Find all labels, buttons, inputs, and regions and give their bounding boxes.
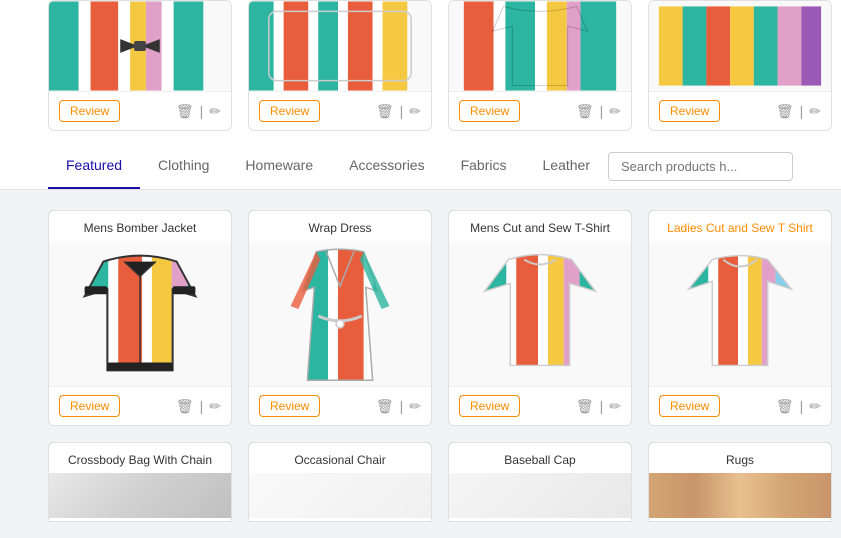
products-row-1: Mens Bomber Jacket	[48, 210, 793, 426]
product-card-footer-top-2: Review 🗑 | ✏	[249, 91, 431, 130]
product-card-ladies-tshirt: Ladies Cut and Sew T Shirt	[648, 210, 832, 426]
review-button-bomber[interactable]: Review	[59, 395, 120, 417]
tab-clothing[interactable]: Clothing	[140, 143, 227, 189]
action-icons-top-4: 🗑 | ✏	[776, 103, 821, 120]
product-card-top-2: Review 🗑 | ✏	[248, 0, 432, 131]
product-title-rugs: Rugs	[649, 443, 831, 473]
action-icons-top-2: 🗑 | ✏	[376, 103, 421, 120]
product-title-wrap-dress: Wrap Dress	[249, 211, 431, 241]
products-section: Mens Bomber Jacket	[0, 190, 841, 522]
tab-featured[interactable]: Featured	[48, 143, 140, 189]
product-card-footer-top-3: Review 🗑 | ✏	[449, 91, 631, 130]
edit-icon-bomber[interactable]: ✏	[209, 398, 221, 415]
search-input[interactable]	[608, 152, 793, 181]
product-card-top-4: Review 🗑 | ✏	[648, 0, 832, 131]
product-card-occasional-chair: Occasional Chair	[248, 442, 432, 522]
product-image-ladies-tshirt	[649, 241, 831, 386]
product-title-mens-tshirt: Mens Cut and Sew T-Shirt	[449, 211, 631, 241]
review-button-ladies-tshirt[interactable]: Review	[659, 395, 720, 417]
tabs-section: Featured Clothing Homeware Accessories F…	[0, 143, 841, 190]
product-card-mens-tshirt: Mens Cut and Sew T-Shirt	[448, 210, 632, 426]
product-card-footer-bomber: Review 🗑 | ✏	[49, 386, 231, 425]
product-card-top-1: Review 🗑 | ✏	[48, 0, 232, 131]
delete-icon-top-4[interactable]: 🗑	[776, 103, 794, 120]
delete-icon-top-3[interactable]: 🗑	[576, 103, 594, 120]
delete-icon-ladies-tshirt[interactable]: 🗑	[776, 398, 794, 415]
action-icons-ladies-tshirt: 🗑 | ✏	[776, 398, 821, 415]
products-row-2: Crossbody Bag With Chain Occasional Chai…	[48, 442, 793, 522]
product-image-top-4	[649, 1, 831, 91]
delete-icon-top-1[interactable]: 🗑	[176, 103, 194, 120]
edit-icon-ladies-tshirt[interactable]: ✏	[809, 398, 821, 415]
bomber-jacket-svg	[49, 241, 231, 386]
product-card-footer-ladies-tshirt: Review 🗑 | ✏	[649, 386, 831, 425]
product-image-mens-tshirt	[449, 241, 631, 386]
review-button-wrap-dress[interactable]: Review	[259, 395, 320, 417]
product-card-wrap-dress: Wrap Dress	[248, 210, 432, 426]
action-icons-mens-tshirt: 🗑 | ✏	[576, 398, 621, 415]
product-card-rugs: Rugs	[648, 442, 832, 522]
tab-accessories[interactable]: Accessories	[331, 143, 442, 189]
product-card-crossbody-bag: Crossbody Bag With Chain	[48, 442, 232, 522]
product-card-footer-top-4: Review 🗑 | ✏	[649, 91, 831, 130]
action-icons-wrap-dress: 🗑 | ✏	[376, 398, 421, 415]
product-title-ladies-tshirt: Ladies Cut and Sew T Shirt	[649, 211, 831, 241]
product-card-bomber-jacket: Mens Bomber Jacket	[48, 210, 232, 426]
action-icons-bomber: 🗑 | ✏	[176, 398, 221, 415]
delete-icon-wrap-dress[interactable]: 🗑	[376, 398, 394, 415]
product-image-svg-1	[49, 1, 231, 91]
mens-tshirt-svg	[449, 241, 631, 386]
product-image-svg-2	[249, 1, 431, 91]
product-card-footer-mens-tshirt: Review 🗑 | ✏	[449, 386, 631, 425]
top-product-row: Review 🗑 | ✏	[0, 0, 841, 143]
product-image-bomber-jacket	[49, 241, 231, 386]
product-image-occasional-chair	[249, 473, 431, 518]
product-title-baseball-cap: Baseball Cap	[449, 443, 631, 473]
product-image-crossbody-bag	[49, 473, 231, 518]
product-image-top-2	[249, 1, 431, 91]
product-image-rugs	[649, 473, 831, 518]
product-title-occasional-chair: Occasional Chair	[249, 443, 431, 473]
tab-fabrics[interactable]: Fabrics	[443, 143, 525, 189]
edit-icon-mens-tshirt[interactable]: ✏	[609, 398, 621, 415]
wrap-dress-svg	[249, 241, 431, 386]
action-icons-top-1: 🗑 | ✏	[176, 103, 221, 120]
product-card-footer-top-1: Review 🗑 | ✏	[49, 91, 231, 130]
review-button-mens-tshirt[interactable]: Review	[459, 395, 520, 417]
product-image-baseball-cap	[449, 473, 631, 518]
product-card-footer-wrap-dress: Review 🗑 | ✏	[249, 386, 431, 425]
delete-icon-bomber[interactable]: 🗑	[176, 398, 194, 415]
product-image-top-3	[449, 1, 631, 91]
review-button-top-4[interactable]: Review	[659, 100, 720, 122]
action-icons-top-3: 🗑 | ✏	[576, 103, 621, 120]
edit-icon-top-1[interactable]: ✏	[209, 103, 221, 120]
edit-icon-wrap-dress[interactable]: ✏	[409, 398, 421, 415]
product-card-top-3: Review 🗑 | ✏	[448, 0, 632, 131]
product-image-svg-3	[449, 1, 631, 91]
edit-icon-top-4[interactable]: ✏	[809, 103, 821, 120]
review-button-top-2[interactable]: Review	[259, 100, 320, 122]
tab-homeware[interactable]: Homeware	[227, 143, 331, 189]
edit-icon-top-2[interactable]: ✏	[409, 103, 421, 120]
review-button-top-1[interactable]: Review	[59, 100, 120, 122]
delete-icon-mens-tshirt[interactable]: 🗑	[576, 398, 594, 415]
product-title-crossbody-bag: Crossbody Bag With Chain	[49, 443, 231, 473]
delete-icon-top-2[interactable]: 🗑	[376, 103, 394, 120]
review-button-top-3[interactable]: Review	[459, 100, 520, 122]
tab-leather[interactable]: Leather	[525, 143, 608, 189]
product-title-bomber-jacket: Mens Bomber Jacket	[49, 211, 231, 241]
edit-icon-top-3[interactable]: ✏	[609, 103, 621, 120]
product-image-svg-4	[649, 1, 831, 91]
product-image-wrap-dress	[249, 241, 431, 386]
product-card-baseball-cap: Baseball Cap	[448, 442, 632, 522]
ladies-tshirt-svg	[649, 241, 831, 386]
tabs-list: Featured Clothing Homeware Accessories F…	[48, 143, 608, 189]
product-image-top-1	[49, 1, 231, 91]
